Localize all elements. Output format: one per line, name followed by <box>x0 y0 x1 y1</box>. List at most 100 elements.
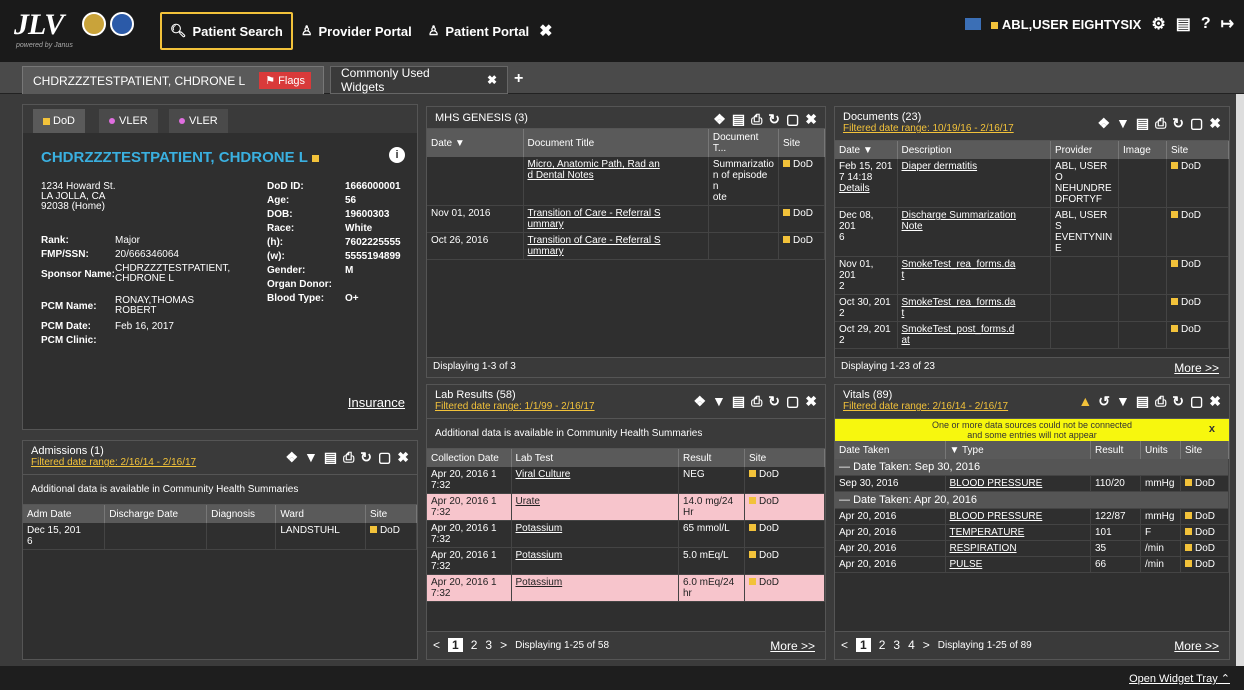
warning-icon[interactable]: ▲ <box>1078 393 1092 410</box>
col-site[interactable]: Site <box>1180 441 1229 459</box>
tab-commonly-used-widgets[interactable]: Commonly Used Widgets ✖ <box>330 66 508 94</box>
page-2[interactable]: 2 <box>879 638 886 652</box>
group-row[interactable]: — Date Taken: Sep 30, 2016 <box>835 459 1229 476</box>
col-discharge-date[interactable]: Discharge Date <box>104 505 208 523</box>
table-row[interactable]: Apr 20, 2016 TEMPERATURE 101 F DoD <box>835 524 1229 541</box>
refresh-icon[interactable]: ↻ <box>768 111 780 128</box>
table-row[interactable]: Oct 26, 2016 Transition of Care - Referra… <box>427 232 825 260</box>
refresh-icon[interactable]: ↻ <box>360 449 372 466</box>
print-icon[interactable]: ⎙ <box>1155 393 1166 410</box>
close-icon[interactable]: ✖ <box>539 21 552 41</box>
filter-icon[interactable]: ▼ <box>712 393 726 410</box>
table-row[interactable]: Nov 01, 2016 Transition of Care - Referra… <box>427 205 825 233</box>
col-document-title[interactable]: Document Title <box>523 129 709 157</box>
tab-vler-2[interactable]: VLER <box>169 109 228 133</box>
table-row[interactable]: Dec 15, 201 6 LANDSTUHL DoD <box>23 523 418 550</box>
clipboard-icon[interactable]: ▤ <box>324 449 337 466</box>
col-collection-date[interactable]: Collection Date <box>427 449 512 467</box>
table-row[interactable]: Sep 30, 2016 BLOOD PRESSURE 110/20 mmHg DoD <box>835 475 1229 492</box>
reload-icon[interactable]: ↺ <box>1098 393 1110 410</box>
col-result[interactable]: Result <box>678 449 745 467</box>
col-ward[interactable]: Ward <box>275 505 366 523</box>
col-adm-date[interactable]: Adm Date <box>23 505 106 523</box>
col-units[interactable]: Units <box>1140 441 1181 459</box>
refresh-icon[interactable]: ↻ <box>768 393 780 410</box>
clipboard-icon[interactable]: ▤ <box>1136 393 1149 410</box>
print-icon[interactable]: ⎙ <box>343 449 354 466</box>
expand-icon[interactable]: ▢ <box>786 111 799 128</box>
next-page-icon[interactable]: > <box>500 638 507 652</box>
patient-portal-tab[interactable]: ♙ Patient Portal ✖ <box>420 14 561 48</box>
table-row[interactable]: Apr 20, 2016 1 7:32 Potassium 5.0 mEq/L DoD <box>427 547 825 575</box>
provider-portal-button[interactable]: ♙ Provider Portal <box>293 14 420 48</box>
col-type[interactable]: ▼ Type <box>945 441 1091 459</box>
col-lab-test[interactable]: Lab Test <box>511 449 679 467</box>
page-4[interactable]: 4 <box>908 638 915 652</box>
help-icon[interactable]: ? <box>1201 15 1211 33</box>
col-date-taken[interactable]: Date Taken <box>835 441 946 459</box>
close-icon[interactable]: x <box>1209 424 1215 435</box>
page-3[interactable]: 3 <box>485 638 492 652</box>
logout-icon[interactable]: ↦ <box>1221 14 1234 34</box>
expand-icon[interactable]: ▢ <box>378 449 391 466</box>
col-site[interactable]: Site <box>744 449 825 467</box>
col-image[interactable]: Image <box>1118 141 1167 159</box>
filter-icon[interactable]: ▼ <box>304 449 318 466</box>
col-site[interactable]: Site <box>365 505 418 523</box>
table-row[interactable]: Apr 20, 2016 PULSE 66/min DoD <box>835 556 1229 573</box>
prev-page-icon[interactable]: < <box>841 638 848 652</box>
next-page-icon[interactable]: > <box>923 638 930 652</box>
col-description[interactable]: Description <box>897 141 1051 159</box>
table-row[interactable]: Oct 30, 201 2 SmokeTest_rea_forms.da t DoD <box>835 294 1229 322</box>
print-icon[interactable]: ⎙ <box>1155 115 1166 132</box>
col-result[interactable]: Result <box>1090 441 1141 459</box>
info-icon[interactable]: ❖ <box>713 111 726 128</box>
filter-icon[interactable]: ▼ <box>1116 115 1130 132</box>
close-icon[interactable]: ✖ <box>805 393 817 410</box>
close-icon[interactable]: ✖ <box>1209 115 1221 132</box>
filter-icon[interactable]: ▼ <box>1116 393 1130 410</box>
document-icon[interactable]: ▤ <box>1176 14 1191 34</box>
table-row[interactable]: Nov 01, 201 2 SmokeTest_rea_forms.da t DoD <box>835 256 1229 295</box>
table-row[interactable]: Apr 20, 2016 1 7:32 Urate 14.0 mg/24 Hr DoD <box>427 493 825 521</box>
prev-page-icon[interactable]: < <box>433 638 440 652</box>
close-icon[interactable]: ✖ <box>1209 393 1221 410</box>
table-row[interactable]: Apr 20, 2016 1 7:32 Viral Culture NEG DoD <box>427 467 825 494</box>
col-provider[interactable]: Provider <box>1050 141 1119 159</box>
more-link[interactable]: More >> <box>1174 639 1219 653</box>
close-icon[interactable]: ✖ <box>397 449 409 466</box>
expand-icon[interactable]: ▢ <box>786 393 799 410</box>
info-icon[interactable]: ❖ <box>285 449 298 466</box>
close-icon[interactable]: ✖ <box>805 111 817 128</box>
more-link[interactable]: More >> <box>1174 361 1219 375</box>
page-2[interactable]: 2 <box>471 638 478 652</box>
info-icon[interactable]: ❖ <box>693 393 706 410</box>
clipboard-icon[interactable]: ▤ <box>1136 115 1149 132</box>
patient-search-button[interactable]: 🔍︎ Patient Search <box>160 12 293 50</box>
page-1[interactable]: 1 <box>448 638 463 652</box>
add-tab-icon[interactable]: + <box>514 70 523 88</box>
tab-dod[interactable]: DoD <box>33 109 86 133</box>
print-icon[interactable]: ⎙ <box>751 111 762 128</box>
tab-patient[interactable]: CHDRZZZTESTPATIENT, CHDRONE L ⚑ Flags <box>22 66 324 94</box>
page-1[interactable]: 1 <box>856 638 871 652</box>
table-row[interactable]: Apr 20, 2016 1 7:32 Potassium 65 mmol/L DoD <box>427 520 825 548</box>
refresh-icon[interactable]: ↻ <box>1172 393 1184 410</box>
user-name[interactable]: ABL,USER EIGHTYSIX <box>990 17 1141 32</box>
print-icon[interactable]: ⎙ <box>751 393 762 410</box>
expand-icon[interactable]: ▢ <box>1190 393 1203 410</box>
group-row[interactable]: — Date Taken: Apr 20, 2016 <box>835 491 1229 509</box>
col-site[interactable]: Site <box>1166 141 1229 159</box>
col-date[interactable]: Date ▼ <box>427 129 524 157</box>
expand-icon[interactable]: ▢ <box>1190 115 1203 132</box>
info-icon[interactable]: ❖ <box>1097 115 1110 132</box>
page-3[interactable]: 3 <box>893 638 900 652</box>
col-document-type[interactable]: Document T... <box>708 129 780 157</box>
more-link[interactable]: More >> <box>770 639 815 653</box>
col-date[interactable]: Date ▼ <box>835 141 898 159</box>
table-row[interactable]: Apr 20, 2016 1 7:32 Potassium 6.0 mEq/24 hr D… <box>427 574 825 602</box>
table-row[interactable]: Apr 20, 2016 BLOOD PRESSURE 122/87 mmHg DoD <box>835 508 1229 525</box>
table-row[interactable]: Oct 29, 201 2 SmokeTest_post_forms.d at DoD <box>835 321 1229 349</box>
table-row[interactable]: Feb 15, 201 7 14:18 Details Diaper dermatit… <box>835 159 1229 208</box>
tab-vler[interactable]: VLER <box>99 109 158 133</box>
